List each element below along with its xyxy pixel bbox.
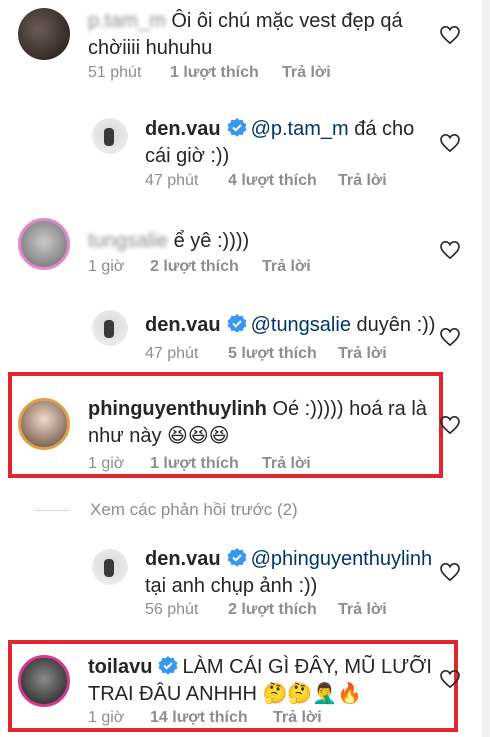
reply-button[interactable]: Trả lời [338,601,387,619]
comment-likes[interactable]: 14 lượt thích [150,709,248,727]
reply-button[interactable]: Trả lời [338,172,387,190]
comment-username[interactable]: tungsalie [88,230,168,252]
comment-text: ể yê :)))) [173,230,250,252]
reply-button[interactable]: Trả lời [273,709,322,727]
mention-link[interactable]: @p.tam_m [251,118,349,140]
reply-button[interactable]: Trả lời [262,258,311,276]
avatar[interactable] [92,549,128,585]
avatar[interactable] [18,398,70,450]
comment-text-line2: tại anh chụp ảnh :)) [145,575,318,597]
divider-line [34,510,70,511]
reply-button[interactable]: Trả lời [262,455,311,473]
comment-time: 56 phút [145,601,199,618]
comment-text-line2: như này 😆😆😆 [88,425,230,447]
verified-icon [159,656,178,675]
comment-time: 1 giờ [88,455,125,472]
verified-icon [227,314,246,333]
comment-text-line2: TRAI ĐÂU ANHHH 🤔🤔🤦‍♂️🔥 [88,683,363,705]
heart-icon[interactable] [440,26,460,44]
heart-icon[interactable] [440,563,460,581]
view-previous-replies[interactable]: Xem các phản hồi trước (2) [34,500,298,520]
comment-text-line2: chờiiii huhuhu [88,37,213,59]
comment-username[interactable]: toilavu [88,656,152,678]
comment-username[interactable]: p.tam_m [88,10,166,32]
comment-text: LÀM CÁI GÌ ĐÂY, MŨ LƯỠI [182,656,432,678]
comment-username[interactable]: den.vau [145,118,221,140]
heart-icon[interactable] [440,670,460,688]
verified-icon [227,118,246,137]
reply-button[interactable]: Trả lời [282,64,331,82]
comment-username[interactable]: den.vau [145,548,221,570]
comment-time: 1 giờ [88,258,125,275]
comment-time: 47 phút [145,172,199,189]
comment-likes[interactable]: 1 lượt thích [170,64,259,82]
avatar[interactable] [18,8,70,60]
view-previous-label: Xem các phản hồi trước (2) [90,500,298,519]
comment-username[interactable]: den.vau [145,314,221,336]
comment-likes[interactable]: 2 lượt thích [150,258,239,276]
comment-text: đá cho [354,118,415,140]
avatar[interactable] [92,118,128,154]
comment-text: Oé :))))) hoá ra là [272,398,427,420]
comment-likes[interactable]: 5 lượt thích [228,345,317,363]
mention-link[interactable]: @phinguyenthuylinh [251,548,433,570]
comment-username[interactable]: phinguyenthuylinh [88,398,267,420]
comment-text: Ôi ôi chú mặc vest đẹp qá [171,10,403,32]
avatar[interactable] [18,655,70,707]
comment-time: 51 phút [88,64,142,81]
avatar[interactable] [18,218,70,270]
scrollbar[interactable] [482,0,490,737]
avatar[interactable] [92,310,128,346]
heart-icon[interactable] [440,134,460,152]
heart-icon[interactable] [440,416,460,434]
comment-likes[interactable]: 4 lượt thích [228,172,317,190]
comment-text: duyên :)) [356,314,436,336]
heart-icon[interactable] [440,328,460,346]
comment-time: 47 phút [145,345,199,362]
comment-likes[interactable]: 2 lượt thích [228,601,317,619]
comment-likes[interactable]: 1 lượt thích [150,455,239,473]
mention-link[interactable]: @tungsalie [251,314,351,336]
comment-text-line2: cái giờ :)) [145,145,230,167]
heart-icon[interactable] [440,241,460,259]
reply-button[interactable]: Trả lời [338,345,387,363]
verified-icon [227,548,246,567]
comment-time: 1 giờ [88,709,125,726]
